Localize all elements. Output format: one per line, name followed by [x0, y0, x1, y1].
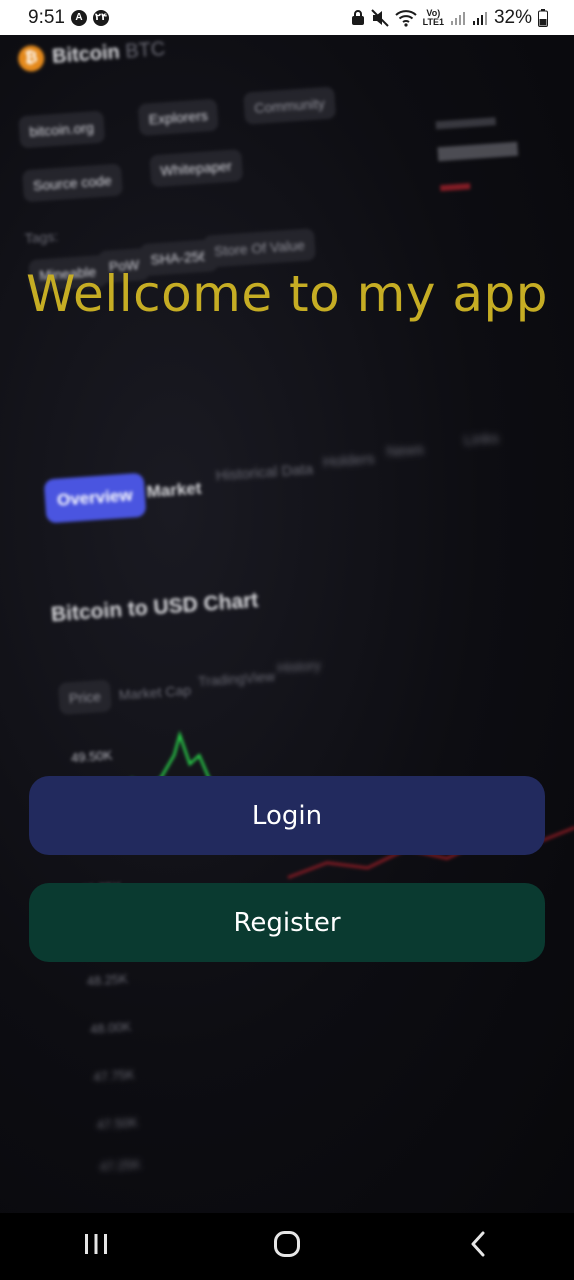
signal-icon-secondary	[472, 10, 488, 26]
back-button[interactable]	[438, 1213, 518, 1280]
mute-icon	[370, 8, 389, 27]
volte-bottom-label: LTE1	[422, 16, 444, 27]
recents-button[interactable]	[56, 1213, 136, 1280]
login-button[interactable]: Login	[29, 776, 545, 855]
register-button[interactable]: Register	[29, 883, 545, 962]
app-screen: 9:51 A ۲۴ Vo) LTE1 32% ₿ Bitcoin BTC bit…	[0, 0, 574, 1280]
background-art: ₿ Bitcoin BTC bitcoin.org Explorers Comm…	[0, 35, 574, 1213]
signal-icon	[450, 10, 466, 26]
status-bar: 9:51 A ۲۴ Vo) LTE1 32%	[0, 0, 574, 35]
background-image: ₿ Bitcoin BTC bitcoin.org Explorers Comm…	[0, 35, 574, 1213]
welcome-title: Wellcome to my app	[26, 265, 548, 323]
volte-indicator: Vo) LTE1	[422, 8, 444, 27]
register-button-label: Register	[233, 907, 341, 938]
status-time: 9:51	[28, 6, 65, 28]
back-icon	[469, 1231, 487, 1262]
status-right: Vo) LTE1 32%	[351, 7, 548, 29]
notification-number-icon: ۲۴	[92, 9, 109, 26]
bg-price-chart-lines	[130, 117, 574, 879]
navigation-bar	[0, 1213, 574, 1280]
battery-icon	[538, 8, 548, 27]
wifi-icon	[394, 9, 417, 27]
notification-a-icon: A	[70, 9, 87, 26]
home-button[interactable]	[247, 1213, 327, 1280]
home-icon	[273, 1230, 301, 1263]
lock-icon	[351, 9, 365, 26]
battery-percent: 32%	[493, 6, 532, 28]
status-left: 9:51 A ۲۴	[28, 7, 109, 29]
login-button-label: Login	[251, 800, 323, 831]
recents-icon	[83, 1233, 109, 1260]
